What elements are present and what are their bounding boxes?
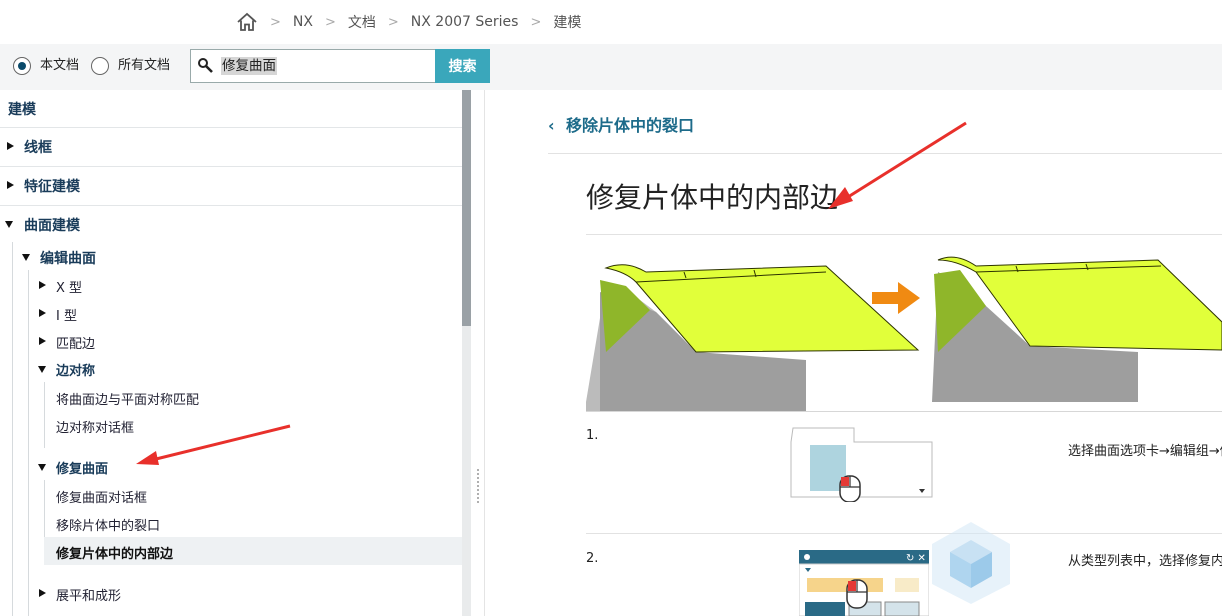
sidebar-nav: 建模 线框 特征建模 曲面建模 编辑曲面 X 型 I 型 匹配边 边对称 将曲面… <box>0 90 462 616</box>
tree-guide-line <box>12 242 13 616</box>
svg-text:↻ ✕: ↻ ✕ <box>906 553 926 564</box>
caret-right-icon[interactable] <box>39 337 46 345</box>
pane-splitter[interactable] <box>471 90 485 616</box>
search-query[interactable]: 修复曲面 <box>221 57 277 75</box>
caret-right-icon[interactable] <box>39 281 46 289</box>
back-link[interactable]: ‹ 移除片体中的裂口 <box>548 112 694 136</box>
sidebar-item-edge-sym-dialog[interactable]: 边对称对话框 <box>56 417 134 436</box>
sidebar-item-repair-internal-edges[interactable]: 修复片体中的内部边 <box>56 543 173 562</box>
scope-current-radio[interactable] <box>13 57 31 75</box>
watermark-cube-logo-icon <box>932 522 1010 604</box>
breadcrumb-item[interactable]: 文档 <box>348 12 376 32</box>
annotation-arrow-icon <box>136 424 291 465</box>
divider <box>586 411 1222 412</box>
divider <box>0 166 462 167</box>
caret-right-icon[interactable] <box>39 589 46 597</box>
drag-handle-icon[interactable] <box>476 468 480 504</box>
sidebar-title[interactable]: 建模 <box>8 99 36 119</box>
caret-down-icon[interactable] <box>5 221 13 228</box>
annotation-arrow-icon <box>828 121 967 209</box>
scope-all-radio[interactable] <box>91 57 109 75</box>
sidebar-item-surface-modeling[interactable]: 曲面建模 <box>24 215 80 235</box>
sidebar-item-repair-dialog[interactable]: 修复曲面对话框 <box>56 487 147 506</box>
chevron-left-icon: ‹ <box>548 116 555 135</box>
caret-down-icon[interactable] <box>38 366 46 373</box>
sidebar-item-wireframe[interactable]: 线框 <box>24 137 52 157</box>
back-link-label[interactable]: 移除片体中的裂口 <box>566 116 694 135</box>
scope-all-label[interactable]: 所有文档 <box>118 57 170 75</box>
sidebar-scrollbar-thumb[interactable] <box>462 90 471 326</box>
breadcrumb-item[interactable]: NX 2007 Series <box>411 14 519 30</box>
divider <box>586 533 1222 534</box>
sidebar-item-flatten[interactable]: 展平和成形 <box>56 585 121 604</box>
caret-right-icon[interactable] <box>7 181 14 189</box>
caret-right-icon[interactable] <box>7 142 14 150</box>
home-icon[interactable] <box>236 12 258 32</box>
sidebar-item-feature-modeling[interactable]: 特征建模 <box>24 176 80 196</box>
step-1-text: 选择曲面选项卡→编辑组→修 <box>1068 444 1222 459</box>
sidebar-item-repair-surface[interactable]: 修复曲面 <box>56 458 108 477</box>
divider <box>586 234 1222 235</box>
search-bar <box>0 44 1222 90</box>
top-bar: > NX > 文档 > NX 2007 Series > 建模 <box>0 0 1222 44</box>
chevron-right-icon: > <box>387 14 399 30</box>
breadcrumb-item[interactable]: 建模 <box>553 12 581 32</box>
tree-guide-line <box>44 382 45 448</box>
divider <box>0 205 462 206</box>
step-2-text: 从类型列表中，选择修复内 <box>1068 554 1222 569</box>
ribbon-edit-group-icon <box>790 427 933 502</box>
repair-before-after-illustration <box>586 256 1222 412</box>
repair-dialog-thumbnail-icon: ↻ ✕ <box>799 550 929 616</box>
chevron-right-icon: > <box>270 14 281 30</box>
sidebar-item-edit-surface[interactable]: 编辑曲面 <box>40 248 96 268</box>
sidebar-item-edge-symmetry[interactable]: 边对称 <box>56 360 95 379</box>
divider <box>0 127 462 128</box>
step-number: 2. <box>586 551 599 566</box>
caret-right-icon[interactable] <box>39 309 46 317</box>
search-input[interactable]: 修复曲面 <box>190 49 436 83</box>
sidebar-item-remove-gaps[interactable]: 移除片体中的裂口 <box>56 515 160 534</box>
chevron-right-icon: > <box>324 14 336 30</box>
chevron-right-icon: > <box>530 14 542 30</box>
step-number: 1. <box>586 428 599 443</box>
sidebar-item-edge-sym-plane[interactable]: 将曲面边与平面对称匹配 <box>56 389 199 408</box>
sidebar-item-x-type[interactable]: X 型 <box>56 277 82 296</box>
scope-current-label[interactable]: 本文档 <box>40 57 79 75</box>
breadcrumb-item[interactable]: NX <box>293 14 313 30</box>
search-icon <box>197 57 215 75</box>
search-button[interactable]: 搜索 <box>435 49 490 83</box>
tree-guide-line <box>28 270 29 616</box>
caret-down-icon[interactable] <box>22 254 30 261</box>
sidebar-item-i-type[interactable]: I 型 <box>56 305 77 324</box>
breadcrumb: > NX > 文档 > NX 2007 Series > 建模 <box>236 10 581 34</box>
sidebar-item-match-edge[interactable]: 匹配边 <box>56 333 95 352</box>
caret-down-icon[interactable] <box>38 464 46 471</box>
